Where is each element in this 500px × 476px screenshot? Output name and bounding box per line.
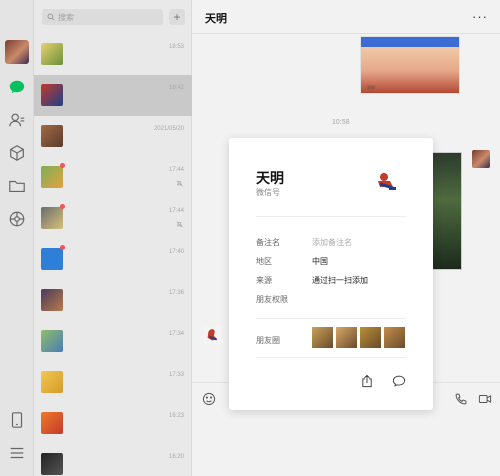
moments-nav-icon[interactable] (7, 209, 27, 229)
contacts-nav-icon[interactable] (7, 110, 27, 130)
divider (256, 216, 406, 217)
add-button[interactable]: + (169, 9, 185, 25)
contact-message-avatar[interactable] (204, 326, 222, 344)
chat-avatar (41, 330, 63, 352)
chat-list-item[interactable]: 17:44 (34, 157, 192, 198)
moments-label: 朋友圈 (256, 336, 280, 345)
chat-time: 2021/05/20 (153, 126, 184, 132)
chat-time: 16:20 (168, 454, 184, 460)
chat-list-item[interactable]: 16:23 (34, 403, 192, 444)
chat-list-item[interactable]: 17:34 (34, 321, 192, 362)
divider (256, 357, 406, 358)
share-icon[interactable] (360, 374, 374, 388)
divider (256, 318, 406, 319)
chat-avatar (41, 371, 63, 393)
chat-avatar (41, 166, 63, 188)
chat-title: 天明 (205, 13, 227, 25)
chat-list-item[interactable]: 18:53 (34, 34, 192, 75)
unread-badge (60, 204, 65, 209)
search-icon (47, 13, 55, 21)
chat-time: 17:44 (168, 208, 184, 214)
more-options-button[interactable]: ··· (472, 9, 488, 24)
chat-list-panel: 搜索 + 18:53 18:42 2021/05/20 17:44 17:44 17:40… (34, 0, 192, 476)
unread-badge (60, 245, 65, 250)
sticker-message[interactable]: 表情 (360, 36, 460, 94)
chat-time: 17:33 (168, 372, 184, 378)
chat-list-item[interactable]: 16:20 (34, 444, 192, 476)
search-placeholder: 搜索 (58, 12, 74, 22)
chat-time: 18:53 (168, 44, 184, 50)
remark-input[interactable]: 添加备注名 (312, 237, 352, 248)
chat-avatar (41, 453, 63, 475)
chat-list-item[interactable]: 17:44 (34, 198, 192, 239)
chat-list-item[interactable]: 18:42 (34, 75, 192, 116)
chat-list-item[interactable]: 17:36 (34, 280, 192, 321)
image-message[interactable] (432, 152, 462, 270)
friend-permissions-link[interactable]: 朋友权限 (256, 294, 288, 305)
my-message-avatar[interactable] (472, 150, 490, 168)
chat-avatar (41, 84, 63, 106)
mute-icon (176, 221, 183, 228)
field-label-remark: 备注名 (256, 238, 280, 247)
voice-call-icon[interactable] (454, 392, 468, 406)
sticker-caption: 表情 (367, 85, 375, 90)
chat-time: 17:44 (168, 167, 184, 173)
moments-thumbnail[interactable] (312, 327, 333, 348)
files-nav-icon[interactable] (7, 176, 27, 196)
chat-time: 18:42 (168, 85, 184, 91)
phone-nav-icon[interactable] (7, 410, 27, 430)
field-value-source: 通过扫一扫添加 (312, 276, 368, 285)
profile-card: 天明 微信号 备注名 添加备注名 地区 中国 来源 通过扫一扫添加 朋友权限 朋… (229, 138, 433, 410)
chat-avatar (41, 248, 63, 270)
unread-badge (60, 163, 65, 168)
field-value-region: 中国 (312, 257, 328, 266)
chat-time: 17:40 (168, 249, 184, 255)
search-input[interactable]: 搜索 (42, 9, 163, 25)
video-call-icon[interactable] (478, 392, 492, 406)
moments-thumbnail[interactable] (336, 327, 357, 348)
chat-time: 17:36 (168, 290, 184, 296)
chat-time: 16:23 (168, 413, 184, 419)
chat-time: 17:34 (168, 331, 184, 337)
chat-avatar (41, 125, 63, 147)
field-label-region: 地区 (256, 257, 272, 266)
chat-avatar (41, 43, 63, 65)
mute-icon (176, 180, 183, 187)
moments-thumbnails[interactable] (312, 327, 405, 348)
send-message-icon[interactable] (392, 374, 406, 388)
my-avatar[interactable] (5, 40, 29, 64)
chat-avatar (41, 289, 63, 311)
moments-thumbnail[interactable] (384, 327, 405, 348)
chats-nav-icon[interactable] (7, 77, 27, 97)
chat-list-item[interactable]: 2021/05/20 (34, 116, 192, 157)
chat-header: 天明 ··· (192, 0, 500, 34)
collections-nav-icon[interactable] (7, 143, 27, 163)
wechat-id-label: 微信号 (256, 188, 280, 197)
chat-list-item[interactable]: 17:33 (34, 362, 192, 403)
chat-list-item[interactable]: 17:40 (34, 239, 192, 280)
profile-avatar[interactable] (371, 170, 401, 196)
moments-thumbnail[interactable] (360, 327, 381, 348)
chat-avatar (41, 207, 63, 229)
emoji-icon[interactable] (202, 392, 216, 406)
profile-name: 天明 (256, 170, 284, 186)
menu-icon[interactable] (7, 443, 27, 463)
message-timestamp: 10:58 (332, 119, 350, 126)
field-label-source: 来源 (256, 276, 272, 285)
chat-avatar (41, 412, 63, 434)
chat-list: 18:53 18:42 2021/05/20 17:44 17:44 17:40 17:36… (34, 34, 192, 476)
nav-rail (0, 0, 34, 476)
